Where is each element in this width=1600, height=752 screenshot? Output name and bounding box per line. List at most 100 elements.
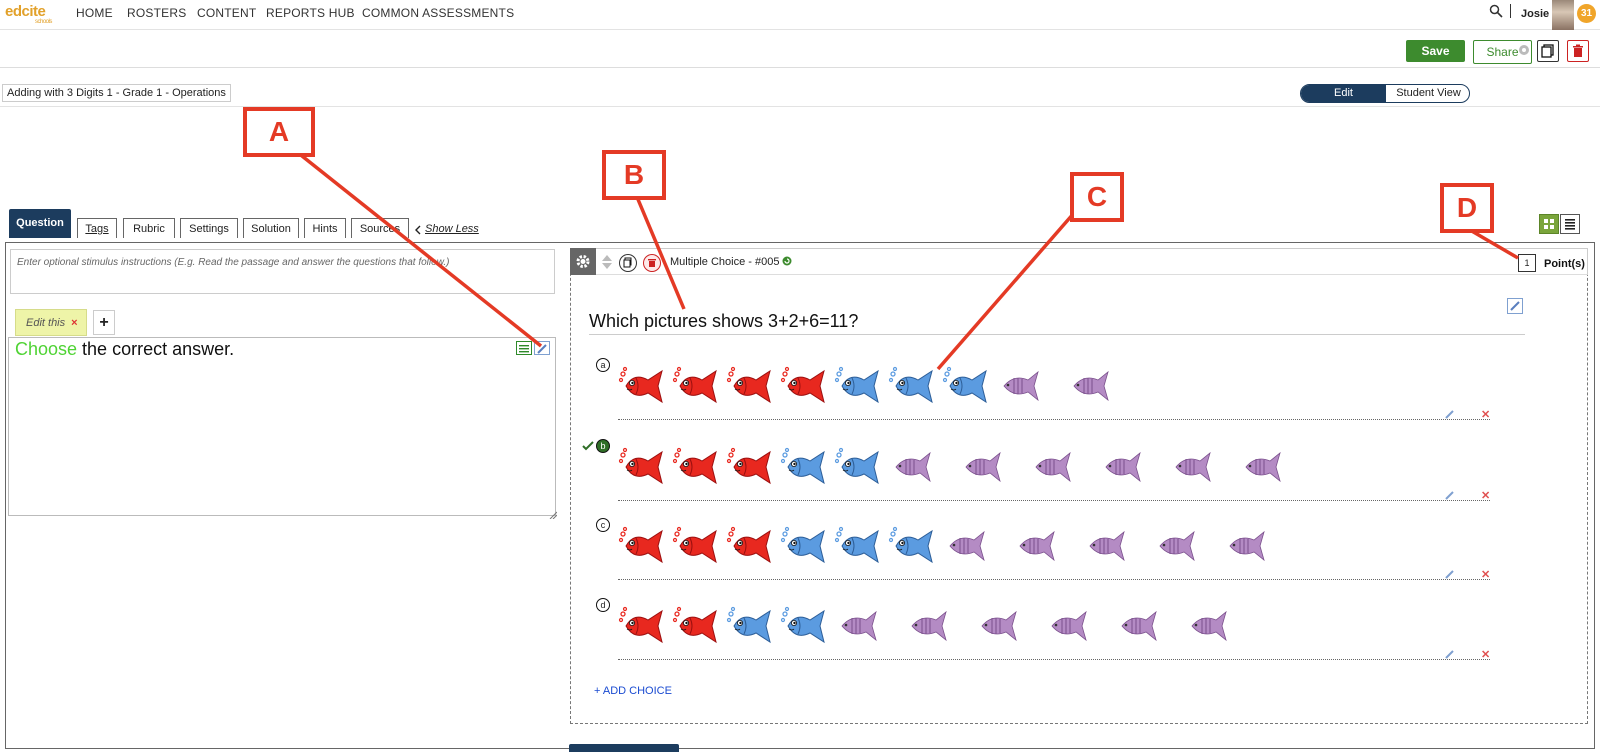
- red-fish-icon: [672, 447, 718, 487]
- blue-fish-icon: [726, 606, 772, 646]
- editor-tab-label: Edit this: [26, 317, 66, 329]
- tab-question[interactable]: Question: [9, 209, 71, 238]
- logo-subtext: schools: [35, 19, 52, 25]
- remove-choice-icon[interactable]: ✕: [1481, 491, 1491, 502]
- tab-settings[interactable]: Settings: [180, 218, 238, 238]
- blue-fish-icon: [834, 526, 880, 566]
- pencil-icon[interactable]: [1444, 649, 1455, 660]
- red-fish-icon: [780, 366, 826, 406]
- edcite-logo[interactable]: edcite schools: [5, 3, 52, 25]
- blue-fish-icon: [888, 526, 934, 566]
- purple-fish-icon: [1152, 526, 1198, 566]
- grid-view-button[interactable]: [1539, 214, 1559, 234]
- question-text[interactable]: Which pictures shows 3+2+6=11?: [589, 311, 858, 332]
- editor-tab-edit-this[interactable]: Edit this ×: [15, 309, 87, 336]
- red-fish-icon: [672, 526, 718, 566]
- choice-letter-b[interactable]: b: [596, 439, 610, 453]
- remove-choice-icon[interactable]: ✕: [1481, 650, 1491, 661]
- nav-link-rosters[interactable]: ROSTERS: [127, 6, 186, 20]
- choice-underline: [618, 659, 1490, 660]
- resize-handle-icon[interactable]: [549, 511, 557, 519]
- nav-link-home[interactable]: HOME: [76, 6, 113, 20]
- refresh-icon[interactable]: [782, 256, 792, 266]
- purple-fish-icon: [974, 606, 1020, 646]
- remove-choice-icon[interactable]: ✕: [1481, 570, 1491, 581]
- red-fish-icon: [618, 447, 664, 487]
- check-icon[interactable]: [582, 441, 594, 451]
- tab-sources[interactable]: Sources: [351, 218, 409, 238]
- add-choice-link[interactable]: + ADD CHOICE: [594, 685, 672, 697]
- tab-tags[interactable]: Tags: [77, 218, 117, 238]
- settings-button[interactable]: [570, 248, 596, 275]
- question-type-label: Multiple Choice - #005: [670, 256, 780, 268]
- tab-tags-label: Tags: [85, 223, 109, 235]
- duplicate-button[interactable]: [1537, 40, 1559, 62]
- copy-question-button[interactable]: [619, 254, 637, 272]
- choice-letter-d[interactable]: d: [596, 598, 610, 612]
- list-format-icon[interactable]: [516, 341, 532, 355]
- tab-rubric[interactable]: Rubric: [123, 218, 175, 238]
- instruction-rest: the correct answer.: [77, 339, 235, 359]
- nav-link-common-assessments[interactable]: COMMON ASSESSMENTS: [362, 6, 514, 20]
- instruction-text[interactable]: Choose the correct answer.: [15, 339, 234, 360]
- stimulus-input[interactable]: Enter optional stimulus instructions (E.…: [10, 249, 555, 294]
- notification-badge[interactable]: 31: [1577, 4, 1596, 23]
- purple-fish-icon: [1114, 606, 1160, 646]
- purple-fish-icon: [1012, 526, 1058, 566]
- blue-fish-icon: [780, 526, 826, 566]
- add-tab-button[interactable]: +: [93, 310, 115, 335]
- purple-fish-icon: [1184, 606, 1230, 646]
- nav-link-reports-hub[interactable]: REPORTS HUB: [266, 6, 355, 20]
- view-toggle[interactable]: Edit Student View: [1300, 84, 1470, 103]
- blue-fish-icon: [942, 366, 988, 406]
- purple-fish-icon: [1222, 526, 1268, 566]
- pencil-icon[interactable]: [1444, 569, 1455, 580]
- purple-fish-icon: [1238, 447, 1284, 487]
- logo-text: edcite: [5, 3, 46, 20]
- chevron-left-icon[interactable]: [414, 225, 421, 235]
- nav-separator: [1510, 4, 1511, 18]
- callout-d: D: [1440, 183, 1494, 233]
- tab-hints[interactable]: Hints: [304, 218, 346, 238]
- choice-letter-a[interactable]: a: [596, 358, 610, 372]
- blue-fish-icon: [834, 447, 880, 487]
- avatar[interactable]: [1552, 0, 1574, 30]
- choice-letter-c[interactable]: c: [596, 518, 610, 532]
- purple-fish-icon: [1168, 447, 1214, 487]
- gear-icon: [576, 255, 590, 268]
- pencil-icon[interactable]: [1444, 490, 1455, 501]
- share-button[interactable]: Share: [1473, 40, 1532, 64]
- pencil-icon[interactable]: [1507, 298, 1523, 314]
- points-input[interactable]: 1: [1518, 254, 1536, 272]
- assessment-header: Adding with 3 Digits 1 - Grade 1 - Opera…: [0, 69, 1600, 107]
- red-fish-icon: [618, 366, 664, 406]
- show-less-link[interactable]: Show Less: [425, 223, 479, 235]
- pencil-icon[interactable]: [1444, 409, 1455, 420]
- search-icon[interactable]: [1489, 4, 1503, 18]
- user-name[interactable]: Josie: [1521, 8, 1549, 20]
- bottom-action-button[interactable]: [569, 744, 679, 752]
- assessment-title[interactable]: Adding with 3 Digits 1 - Grade 1 - Opera…: [2, 84, 231, 102]
- purple-fish-icon: [1098, 447, 1144, 487]
- save-button[interactable]: Save: [1406, 40, 1465, 62]
- red-fish-icon: [618, 526, 664, 566]
- purple-fish-icon: [904, 606, 950, 646]
- tab-solution[interactable]: Solution: [243, 218, 299, 238]
- instruction-editor[interactable]: [8, 337, 556, 516]
- delete-question-button[interactable]: [643, 254, 661, 272]
- red-fish-icon: [618, 606, 664, 646]
- delete-button[interactable]: [1567, 40, 1589, 62]
- student-view-tab[interactable]: Student View: [1386, 85, 1469, 102]
- reorder-arrows-icon[interactable]: [601, 254, 613, 270]
- red-fish-icon: [672, 366, 718, 406]
- purple-fish-icon: [834, 606, 880, 646]
- close-icon[interactable]: ×: [71, 317, 77, 329]
- question-text-underline: [589, 334, 1525, 335]
- pencil-icon[interactable]: [534, 341, 550, 355]
- points-label: Point(s): [1544, 258, 1585, 270]
- nav-link-content[interactable]: CONTENT: [197, 6, 256, 20]
- list-view-button[interactable]: [1560, 214, 1580, 234]
- blue-fish-icon: [780, 606, 826, 646]
- remove-choice-icon[interactable]: ✕: [1481, 410, 1491, 421]
- edit-view-tab[interactable]: Edit: [1301, 85, 1386, 102]
